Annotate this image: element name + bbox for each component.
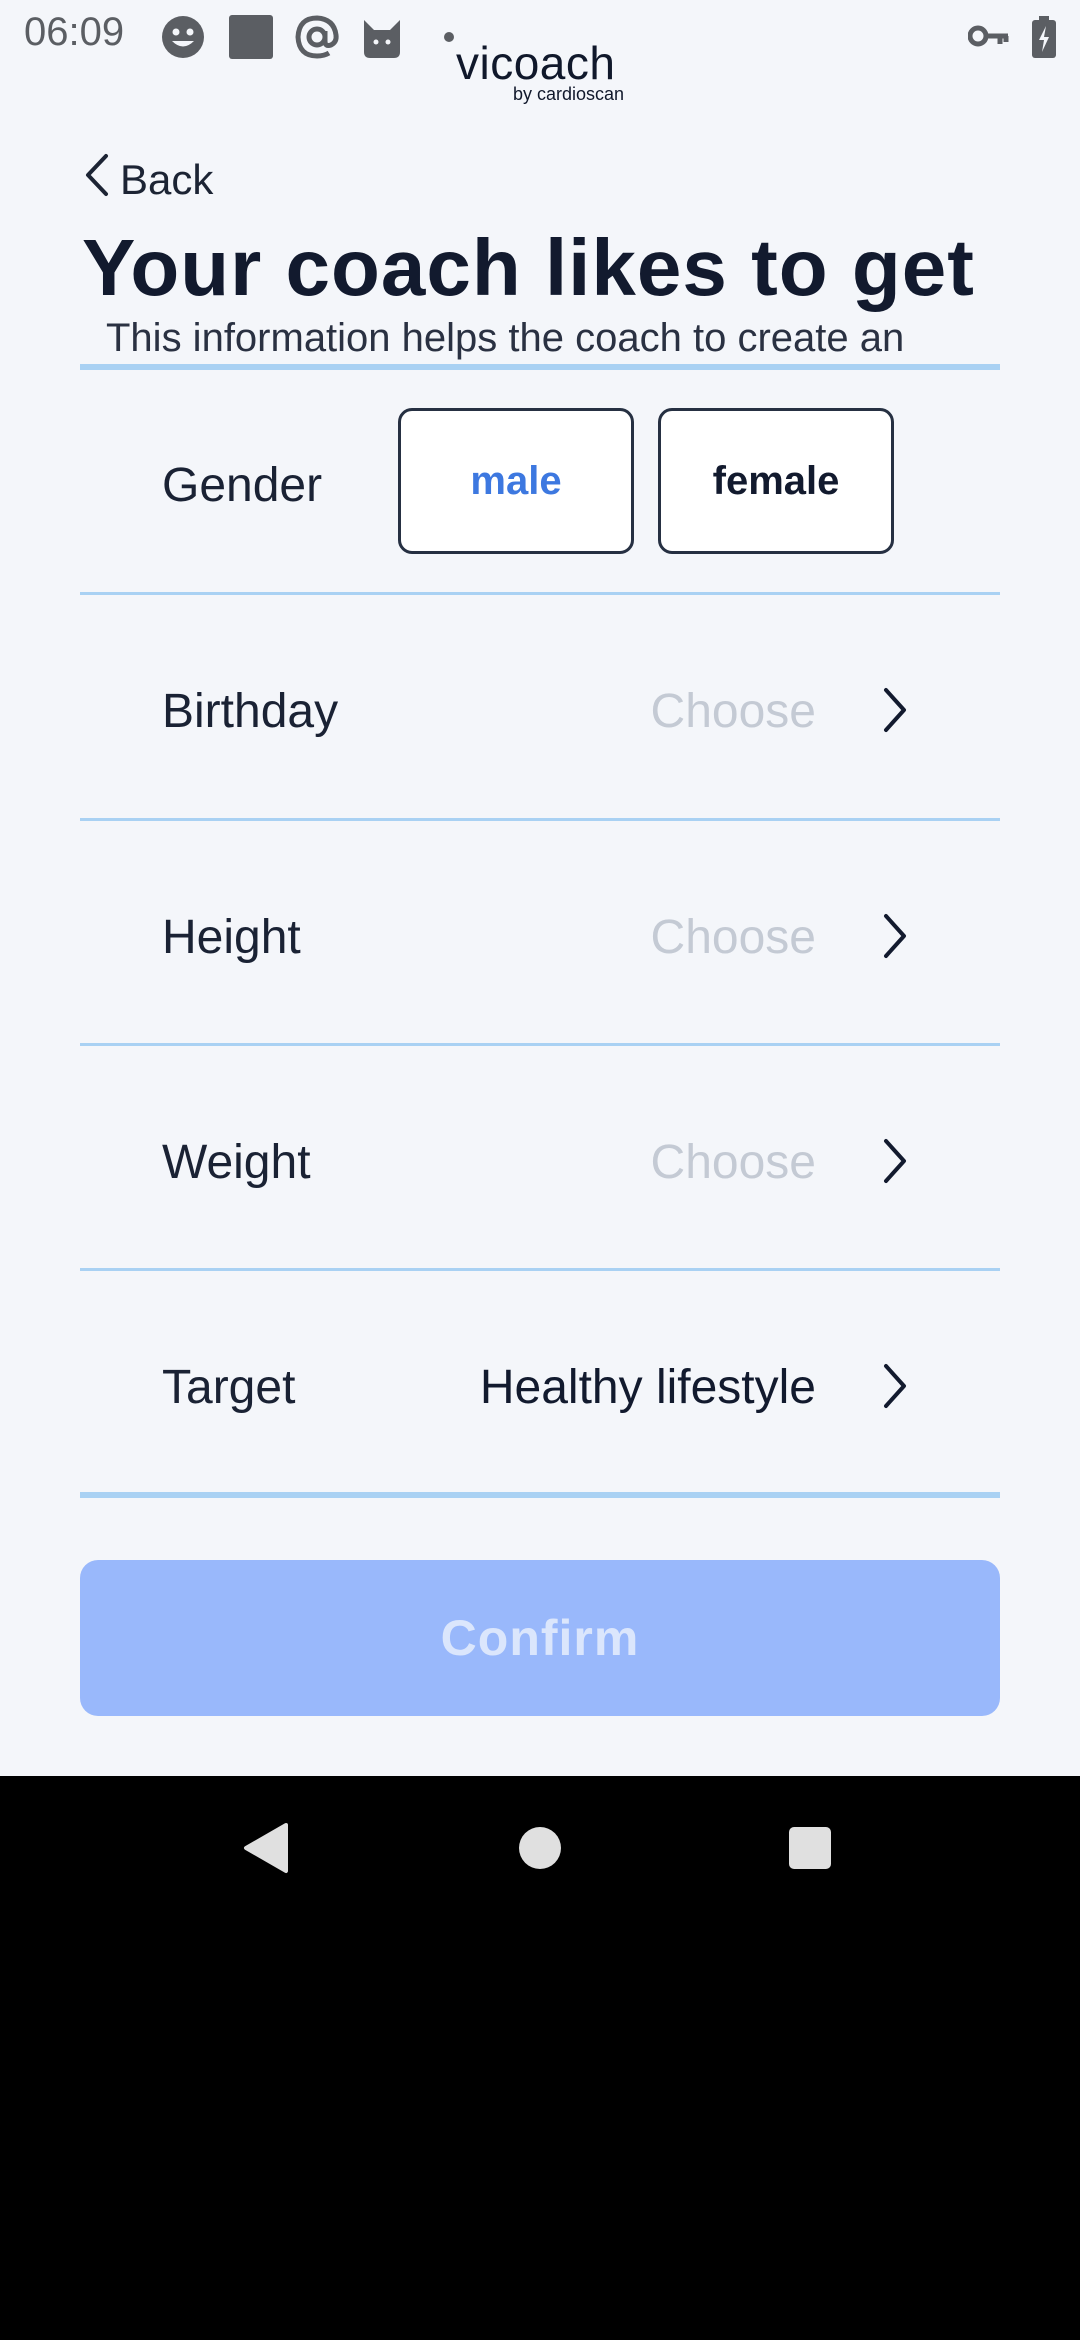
divider	[80, 1268, 1000, 1271]
birthday-label: Birthday	[162, 685, 339, 738]
gender-label: Gender	[162, 459, 323, 512]
square-app-icon	[228, 14, 274, 65]
divider	[80, 818, 1000, 821]
divider	[80, 364, 1000, 370]
cat-icon	[360, 14, 404, 65]
page-subtitle: This information helps the coach to crea…	[106, 316, 905, 360]
page-title: Your coach likes to get	[82, 223, 975, 312]
weight-label: Weight	[162, 1136, 311, 1189]
confirm-button[interactable]: Confirm	[80, 1560, 1000, 1716]
chevron-left-icon	[84, 153, 120, 207]
logo-subtitle: by cardioscan	[512, 84, 624, 104]
gender-male-button[interactable]: male	[398, 408, 634, 554]
nav-back-icon[interactable]	[242, 1822, 290, 1879]
divider	[80, 1043, 1000, 1046]
logo-word: vicoach	[456, 37, 616, 89]
target-label: Target	[162, 1361, 296, 1414]
nav-recents-icon[interactable]	[788, 1826, 832, 1875]
screen: 06:09 vicoach by cardioscan Back Your co…	[0, 0, 1080, 1776]
chevron-right-icon	[880, 1137, 910, 1190]
gender-female-button[interactable]: female	[658, 408, 894, 554]
nav-home-icon[interactable]	[518, 1826, 562, 1875]
dot-icon	[443, 30, 455, 48]
height-label: Height	[162, 911, 301, 964]
chevron-right-icon	[880, 912, 910, 965]
smiley-icon	[160, 14, 206, 65]
back-button[interactable]: Back	[84, 150, 213, 210]
target-value: Healthy lifestyle	[479, 1361, 816, 1414]
key-icon	[967, 22, 1010, 55]
back-label: Back	[120, 156, 214, 203]
height-value: Choose	[650, 911, 816, 964]
chevron-right-icon	[880, 1362, 910, 1415]
at-icon	[294, 14, 340, 65]
system-nav-bar	[0, 1776, 1080, 1920]
weight-value: Choose	[650, 1136, 816, 1189]
birthday-value: Choose	[650, 685, 816, 738]
divider	[80, 592, 1000, 595]
app-logo: vicoach by cardioscan	[456, 36, 636, 106]
battery-icon	[1032, 16, 1056, 63]
divider	[80, 1492, 1000, 1498]
status-bar: 06:09 vicoach by cardioscan	[0, 0, 1080, 104]
chevron-right-icon	[880, 686, 910, 739]
status-clock: 06:09	[24, 10, 125, 54]
